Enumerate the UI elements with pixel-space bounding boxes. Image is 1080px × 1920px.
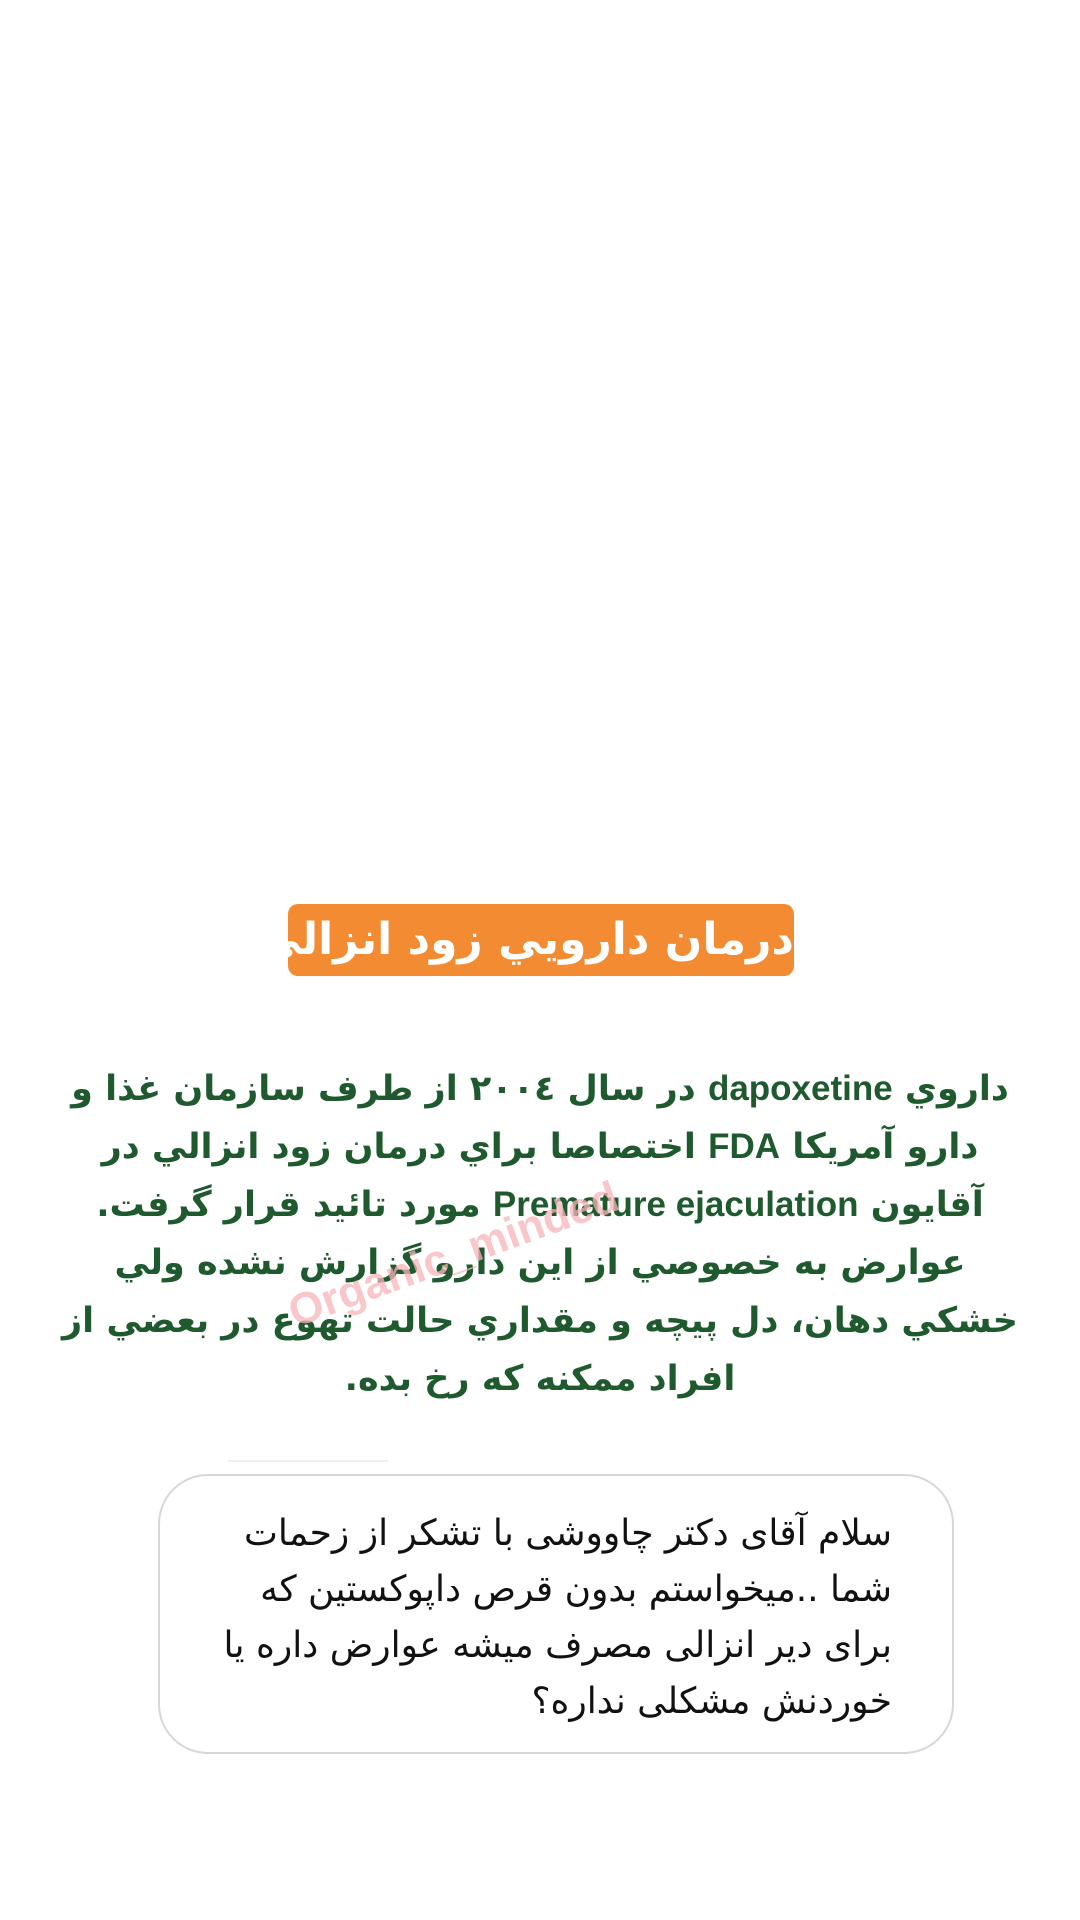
question-box-sticker: سلام آقای دکتر چاووشی با تشکر از زحمات ش…	[158, 1474, 954, 1754]
condition-name-en: Premature ejaculation	[492, 1185, 859, 1224]
divider-line	[228, 1460, 388, 1462]
body-text-part-4: مورد تائيد قرار گرفت.	[96, 1185, 481, 1225]
question-text: سلام آقای دکتر چاووشی با تشکر از زحمات ش…	[200, 1506, 892, 1730]
question-line-4: خوردنش مشکلی نداره؟	[531, 1681, 892, 1722]
question-line-2: شما ..میخواستم بدون قرص داپوکستین که	[260, 1569, 892, 1610]
body-text-part-1: داروي	[904, 1069, 1009, 1109]
drug-name: dapoxetine	[707, 1069, 893, 1108]
agency-name: FDA	[708, 1127, 781, 1166]
story-title-badge: درمان دارويي زود انزالي	[257, 904, 794, 976]
story-body-text: داروي dapoxetine در سال ٢٠٠٤ از طرف سازم…	[60, 1060, 1020, 1408]
body-text-part-5: عوارض به خصوصي از اين دارو گزارش نشده ول…	[62, 1243, 1018, 1399]
question-line-1: سلام آقای دکتر چاووشی با تشکر از زحمات	[243, 1513, 892, 1554]
question-line-3: برای دیر انزالی مصرف میشه عوارض داره یا	[223, 1625, 892, 1666]
